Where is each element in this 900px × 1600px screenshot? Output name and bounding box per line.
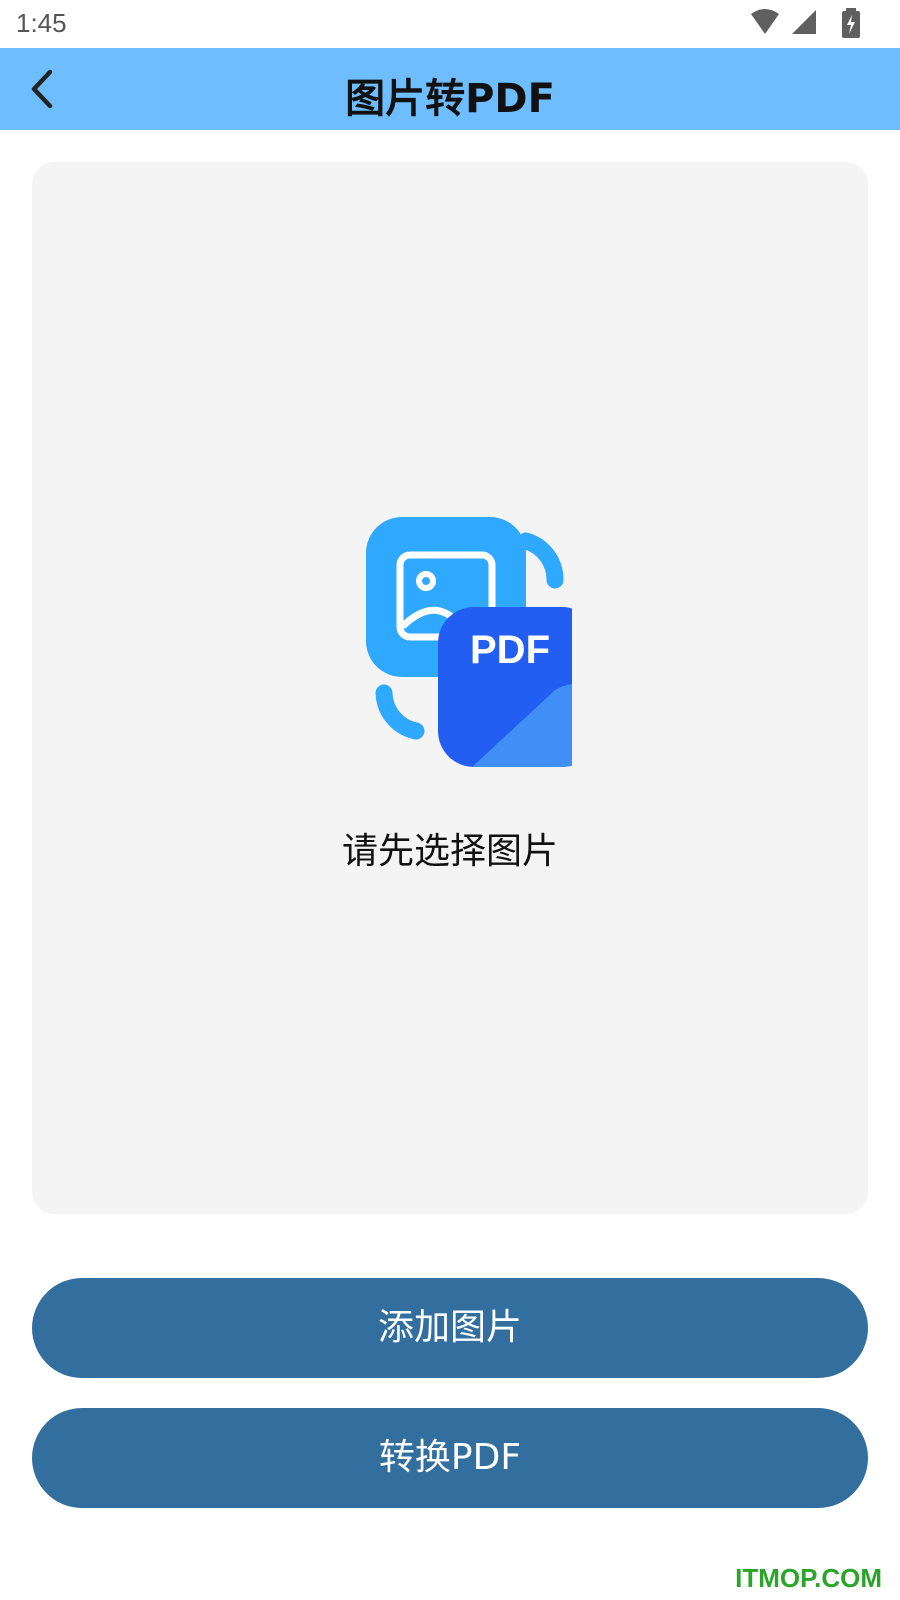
cell-signal-icon (792, 10, 816, 34)
status-time: 1:45 (16, 8, 67, 38)
image-to-pdf-icon: PDF (366, 517, 572, 767)
status-bar: 1:45 (0, 0, 900, 48)
app-bar: 图片转PDF (0, 48, 900, 130)
empty-state-hint: 请先选择图片 (341, 831, 558, 872)
page-title: 图片转PDF (345, 76, 555, 122)
pdf-badge-text: PDF (470, 628, 550, 672)
battery-icon (842, 8, 860, 38)
convert-pdf-button[interactable]: 转换PDF (32, 1408, 868, 1508)
image-preview-area[interactable]: PDF 请先选择图片 (32, 162, 868, 1214)
add-images-button[interactable]: 添加图片 (32, 1278, 868, 1378)
wifi-icon (751, 9, 779, 34)
watermark: ITMOP.COM (735, 1563, 882, 1593)
